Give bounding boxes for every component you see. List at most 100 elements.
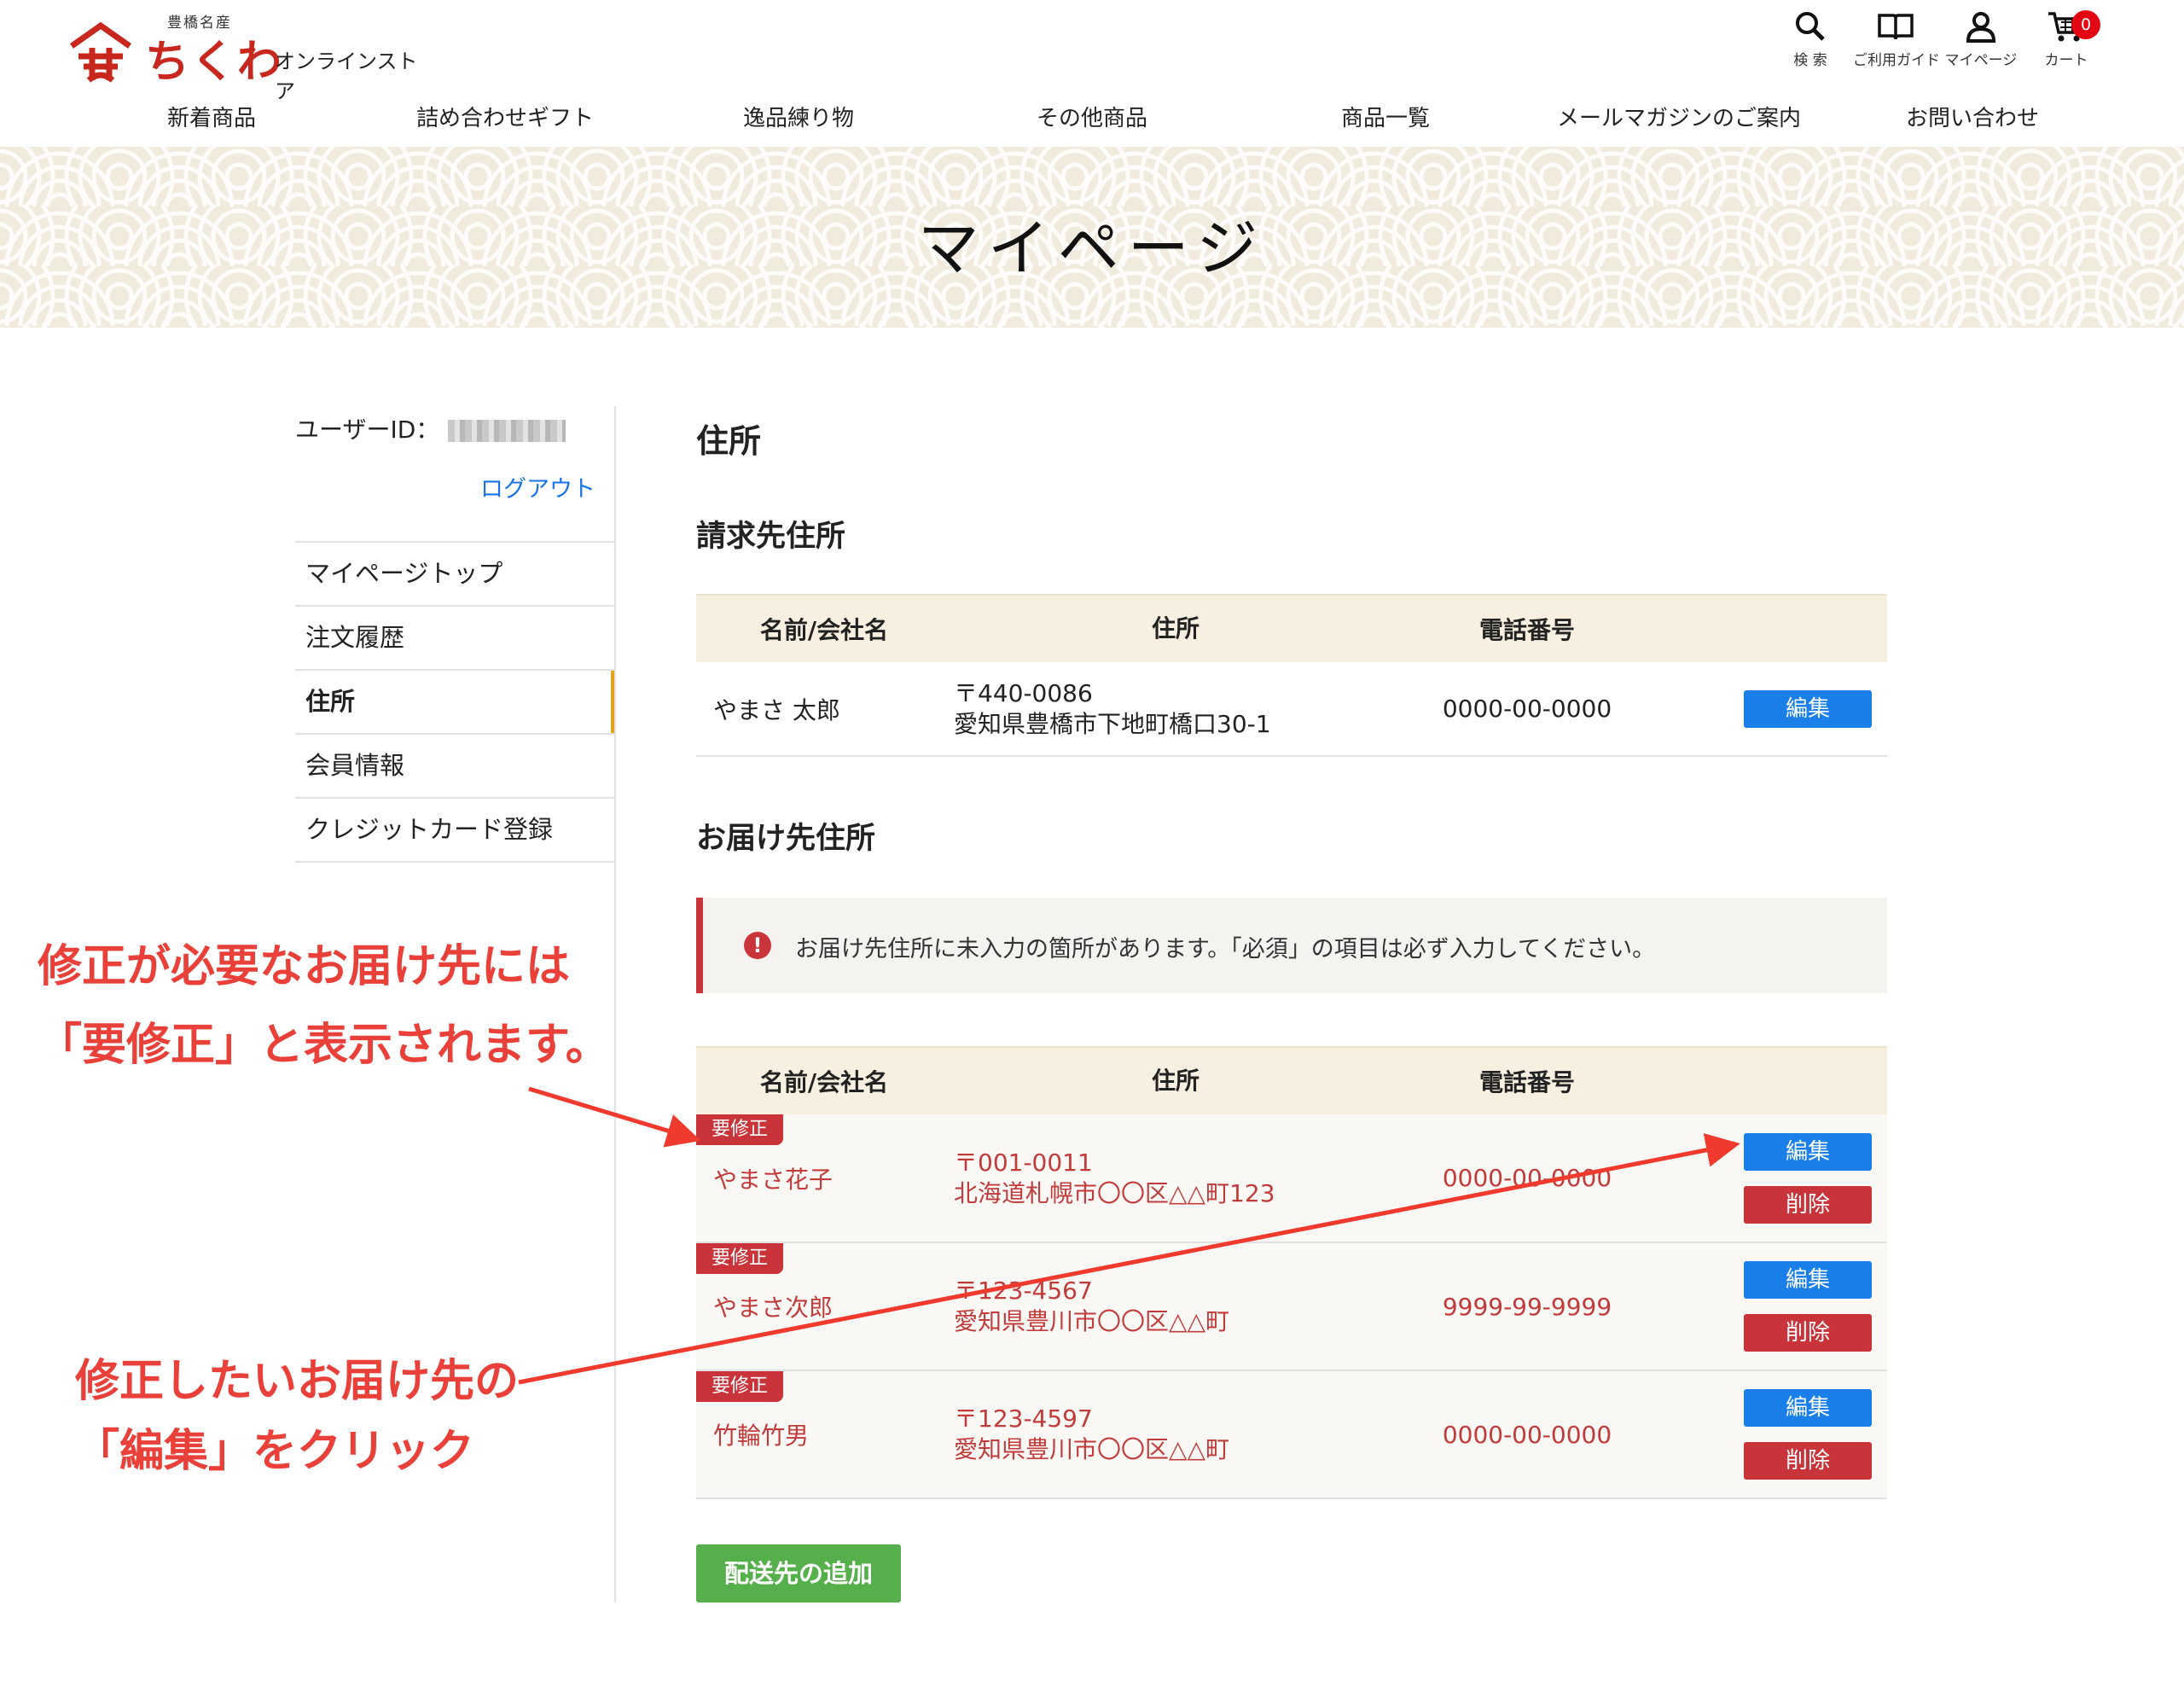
user-id-label: ユーザーID： [295, 416, 440, 444]
delivery-postal: 〒123-4567 [954, 1277, 1093, 1305]
search-link-label: 検 索 [1793, 52, 1827, 69]
billing-address-table: 名前/会社名 住所 電話番号 やまさ 太郎 〒440-0086 愛知県豊橋市下地… [696, 594, 1887, 757]
mypage-link[interactable]: マイページ [1938, 9, 2024, 69]
edit-button[interactable]: 編集 [1744, 1389, 1872, 1427]
delivery-heading: お届け先住所 [696, 822, 876, 856]
nav-gift-sets[interactable]: 詰め合わせギフト [358, 101, 652, 132]
billing-street: 愛知県豊橋市下地町橋口30-1 [954, 709, 1271, 738]
col-address: 住所 [953, 1046, 1398, 1114]
search-link[interactable]: 検 索 [1768, 9, 1853, 69]
billing-name: やまさ 太郎 [696, 662, 953, 757]
user-id: ユーザーID： [295, 411, 566, 445]
sidebar-item-address[interactable]: 住所 [295, 671, 616, 735]
delivery-street: 愛知県豊川市〇〇区△△町 [954, 1307, 1230, 1335]
sidebar-item-member-info[interactable]: 会員情報 [295, 735, 616, 799]
billing-postal: 〒440-0086 [954, 678, 1093, 707]
delivery-tel: 0000-00-0000 [1398, 1114, 1656, 1243]
logout-link[interactable]: ログアウト [480, 470, 595, 503]
user-icon [1966, 12, 1996, 43]
col-tel: 電話番号 [1398, 594, 1656, 662]
needs-fix-badge: 要修正 [696, 1243, 784, 1274]
brand-name: ちくわ [145, 36, 284, 88]
delivery-name: やまさ次郎 [713, 1294, 834, 1322]
col-address: 住所 [953, 594, 1398, 662]
cart-link-label: カート [2044, 52, 2088, 69]
global-nav: 新着商品 詰め合わせギフト 逸品練り物 その他商品 商品一覧 メールマガジンのご… [0, 101, 2184, 132]
delivery-name: やまさ花子 [713, 1165, 834, 1194]
sidebar-divider [614, 406, 616, 1602]
billing-tel: 0000-00-0000 [1398, 662, 1656, 757]
site-header: 豊橋名産 ちくわ オンラインストア 検 索 ご利用ガイド マイページ 0 カート… [0, 0, 2184, 148]
edit-button[interactable]: 編集 [1744, 1132, 1872, 1171]
search-icon [1796, 12, 1825, 41]
delivery-actions: 編集 削除 [1656, 1114, 1887, 1243]
user-id-masked-value [448, 420, 566, 442]
table-row: 要修正 竹輪竹男 〒123-4597 愛知県豊川市〇〇区△△町 0000-00-… [696, 1370, 1887, 1499]
arrow-to-needs-fix-badge [528, 1086, 701, 1148]
col-name: 名前/会社名 [696, 1046, 953, 1114]
delivery-street: 北海道札幌市〇〇区△△町123 [954, 1178, 1275, 1207]
annotation-needs-fix-line2: 「要修正」と表示されます。 [38, 1020, 610, 1071]
guide-link[interactable]: ご利用ガイド [1853, 9, 1940, 69]
section-title: 住所 [696, 422, 762, 460]
delivery-address: 〒123-4597 愛知県豊川市〇〇区△△町 [953, 1370, 1398, 1499]
nav-new-items[interactable]: 新着商品 [65, 101, 358, 132]
delivery-name-cell: 要修正 やまさ次郎 [696, 1242, 953, 1371]
needs-fix-badge: 要修正 [696, 1371, 784, 1402]
delivery-tel: 0000-00-0000 [1398, 1370, 1656, 1499]
delivery-name-cell: 要修正 やまさ花子 [696, 1114, 953, 1243]
table-row: 要修正 やまさ花子 〒001-0011 北海道札幌市〇〇区△△町123 0000… [696, 1114, 1887, 1243]
edit-button[interactable]: 編集 [1744, 1261, 1872, 1299]
cart-link[interactable]: 0 カート [2024, 9, 2109, 69]
guide-link-label: ご利用ガイド [1853, 52, 1940, 69]
cart-count-badge: 0 [2071, 10, 2100, 39]
table-row: やまさ 太郎 〒440-0086 愛知県豊橋市下地町橋口30-1 0000-00… [696, 662, 1887, 757]
col-actions [1656, 594, 1887, 662]
needs-fix-badge: 要修正 [696, 1114, 784, 1145]
annotation-click-edit-line1: 修正したいお届け先の [75, 1356, 520, 1407]
brand-logo[interactable]: 豊橋名産 ちくわ オンラインストア [67, 10, 425, 103]
utility-nav: 検 索 ご利用ガイド マイページ 0 カート [1768, 9, 2109, 69]
billing-heading: 請求先住所 [696, 520, 846, 554]
book-icon [1878, 14, 1914, 40]
add-delivery-address-button[interactable]: 配送先の追加 [696, 1544, 901, 1602]
delete-button[interactable]: 削除 [1744, 1185, 1872, 1224]
page-title: マイページ [917, 212, 1267, 284]
delivery-postal: 〒123-4597 [954, 1404, 1093, 1433]
delivery-street: 愛知県豊川市〇〇区△△町 [954, 1435, 1230, 1463]
alert-message: お届け先住所に未入力の箇所があります。「必須」の項目は必ず入力してください。 [795, 936, 1656, 962]
nav-product-list[interactable]: 商品一覧 [1239, 101, 1532, 132]
sidebar-item-credit-card[interactable]: クレジットカード登録 [295, 799, 616, 863]
delivery-actions: 編集 削除 [1656, 1242, 1887, 1371]
page-hero: マイページ [0, 147, 2184, 328]
brand-subtitle: オンラインストア [275, 49, 418, 103]
sidebar-item-order-history[interactable]: 注文履歴 [295, 607, 616, 671]
delivery-address: 〒001-0011 北海道札幌市〇〇区△△町123 [953, 1114, 1398, 1243]
delivery-address-table: 名前/会社名 住所 電話番号 要修正 やまさ花子 〒001-0011 北海道札幌… [696, 1046, 1887, 1499]
mypage-link-label: マイページ [1944, 52, 2018, 69]
sidebar-menu: マイページトップ 注文履歴 住所 会員情報 クレジットカード登録 [295, 541, 616, 863]
delete-button[interactable]: 削除 [1744, 1442, 1872, 1480]
delete-button[interactable]: 削除 [1744, 1314, 1872, 1352]
delivery-name-cell: 要修正 竹輪竹男 [696, 1370, 953, 1499]
nav-newsletter[interactable]: メールマガジンのご案内 [1532, 101, 1826, 132]
delivery-tel: 9999-99-9999 [1398, 1242, 1656, 1371]
logo-mark-icon [69, 21, 132, 83]
col-actions [1656, 1046, 1887, 1114]
nav-other-items[interactable]: その他商品 [945, 101, 1239, 132]
missing-fields-alert: ! お届け先住所に未入力の箇所があります。「必須」の項目は必ず入力してください。 [696, 898, 1887, 993]
delivery-postal: 〒001-0011 [954, 1148, 1093, 1177]
annotation-needs-fix-line1: 修正が必要なお届け先には [38, 941, 571, 992]
edit-button[interactable]: 編集 [1744, 689, 1872, 728]
billing-address: 〒440-0086 愛知県豊橋市下地町橋口30-1 [953, 662, 1398, 757]
delivery-name: 竹輪竹男 [713, 1422, 810, 1450]
delivery-address: 〒123-4567 愛知県豊川市〇〇区△△町 [953, 1242, 1398, 1371]
delivery-actions: 編集 削除 [1656, 1370, 1887, 1499]
annotation-click-edit-line2: 「編集」をクリック [75, 1426, 475, 1477]
nav-contact[interactable]: お問い合わせ [1826, 101, 2119, 132]
sidebar-item-mypage-top[interactable]: マイページトップ [295, 543, 616, 607]
billing-actions: 編集 [1656, 662, 1887, 757]
alert-icon: ! [744, 932, 771, 959]
col-tel: 電話番号 [1398, 1046, 1656, 1114]
nav-premium-fishcake[interactable]: 逸品練り物 [652, 101, 945, 132]
